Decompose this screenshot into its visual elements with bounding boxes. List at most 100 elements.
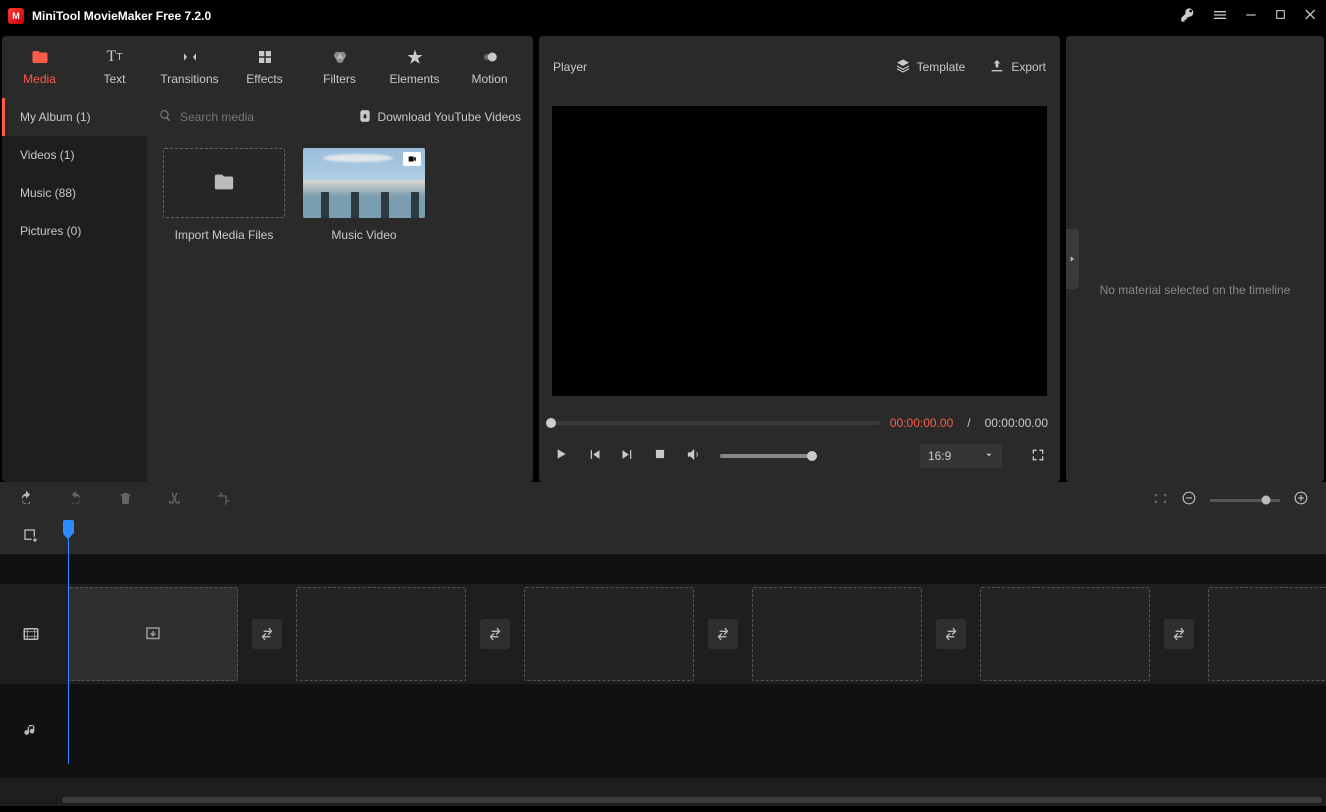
motion-icon [481, 48, 499, 66]
transition-slot-icon[interactable] [936, 619, 966, 649]
total-time: 00:00:00.00 [985, 416, 1048, 430]
tab-transitions[interactable]: Transitions [152, 36, 227, 98]
video-slot[interactable] [1208, 587, 1326, 681]
video-preview[interactable] [552, 106, 1047, 396]
app-title: MiniTool MovieMaker Free 7.2.0 [32, 9, 211, 23]
minimize-icon[interactable] [1244, 8, 1258, 25]
tab-motion-label: Motion [471, 72, 507, 86]
player-title: Player [553, 60, 587, 74]
tab-motion[interactable]: Motion [452, 36, 527, 98]
sidebar-item-label: My Album (1) [20, 110, 91, 124]
text-track[interactable] [62, 554, 1326, 584]
menu-icon[interactable] [1212, 7, 1228, 26]
tab-filters-label: Filters [323, 72, 356, 86]
download-youtube-link[interactable]: Download YouTube Videos [358, 109, 521, 126]
undo-icon[interactable] [18, 490, 34, 510]
tab-filters[interactable]: Filters [302, 36, 377, 98]
crop-icon[interactable] [216, 491, 231, 510]
video-slot[interactable] [980, 587, 1150, 681]
media-clip-thumbnail[interactable] [303, 148, 425, 218]
add-track-icon[interactable] [0, 518, 62, 554]
download-icon [358, 109, 372, 126]
aspect-ratio-value: 16:9 [928, 449, 951, 463]
download-youtube-label: Download YouTube Videos [378, 110, 521, 124]
volume-slider[interactable] [720, 454, 812, 458]
search-input[interactable] [180, 110, 335, 124]
zoom-out-icon[interactable] [1182, 491, 1196, 509]
tab-text[interactable]: TT Text [77, 36, 152, 98]
text-icon: TT [106, 48, 124, 66]
aspect-ratio-select[interactable]: 16:9 [920, 444, 1002, 468]
zoom-slider[interactable] [1210, 499, 1280, 502]
redo-icon[interactable] [68, 490, 84, 510]
cut-icon[interactable] [167, 491, 182, 510]
activate-key-icon[interactable] [1180, 7, 1196, 26]
video-track[interactable] [62, 584, 1326, 684]
timeline-toolbar [0, 482, 1326, 518]
video-badge-icon [403, 152, 421, 166]
title-bar: M MiniTool MovieMaker Free 7.2.0 [0, 0, 1326, 32]
properties-empty-message: No material selected on the timeline [1100, 283, 1291, 297]
folder-icon [213, 171, 235, 196]
close-icon[interactable] [1303, 7, 1318, 25]
tab-media-label: Media [23, 72, 56, 86]
media-sidebar: My Album (1) Videos (1) Music (88) Pictu… [2, 98, 147, 482]
export-label: Export [1011, 60, 1046, 74]
sidebar-item-label: Music (88) [20, 186, 76, 200]
tab-text-label: Text [103, 72, 125, 86]
audio-track-icon [0, 684, 62, 778]
transition-slot-icon[interactable] [708, 619, 738, 649]
tab-transitions-label: Transitions [160, 72, 218, 86]
seek-slider[interactable] [551, 421, 880, 425]
transition-slot-icon[interactable] [252, 619, 282, 649]
volume-icon[interactable] [685, 446, 702, 467]
properties-panel: No material selected on the timeline [1066, 36, 1324, 482]
import-media-button[interactable] [163, 148, 285, 218]
zoom-in-icon[interactable] [1294, 491, 1308, 509]
sidebar-item-pictures[interactable]: Pictures (0) [2, 212, 147, 250]
video-slot[interactable] [296, 587, 466, 681]
main-tabs: Media TT Text Transitions Effects Filter… [2, 36, 533, 98]
video-slot[interactable] [524, 587, 694, 681]
video-slot[interactable] [752, 587, 922, 681]
fit-timeline-icon[interactable] [1153, 491, 1168, 510]
player-panel: Player Template Export 00:00:00.00 / 00:… [539, 36, 1060, 482]
search-icon [159, 109, 172, 125]
tab-elements[interactable]: Elements [377, 36, 452, 98]
media-clip-label: Music Video [331, 228, 396, 242]
filters-icon [331, 48, 349, 66]
video-track-icon [0, 584, 62, 684]
tab-effects[interactable]: Effects [227, 36, 302, 98]
panel-collapse-toggle[interactable] [1066, 229, 1079, 289]
transitions-icon [181, 48, 199, 66]
template-label: Template [917, 60, 966, 74]
stop-icon[interactable] [653, 447, 667, 465]
delete-icon[interactable] [118, 491, 133, 510]
export-button[interactable]: Export [989, 58, 1046, 77]
effects-icon [256, 48, 274, 66]
sidebar-item-videos[interactable]: Videos (1) [2, 136, 147, 174]
next-frame-icon[interactable] [620, 447, 635, 466]
maximize-icon[interactable] [1274, 8, 1287, 24]
export-icon [989, 58, 1005, 77]
audio-track[interactable] [62, 684, 1326, 778]
template-icon [895, 58, 911, 77]
sidebar-item-music[interactable]: Music (88) [2, 174, 147, 212]
folder-icon [31, 48, 49, 66]
sidebar-item-label: Pictures (0) [20, 224, 81, 238]
video-slot[interactable] [68, 587, 238, 681]
prev-frame-icon[interactable] [587, 447, 602, 466]
tab-elements-label: Elements [389, 72, 439, 86]
timeline-scrollbar[interactable] [0, 794, 1326, 806]
sidebar-item-album[interactable]: My Album (1) [2, 98, 147, 136]
play-icon[interactable] [553, 446, 569, 466]
transition-slot-icon[interactable] [480, 619, 510, 649]
transition-slot-icon[interactable] [1164, 619, 1194, 649]
fullscreen-icon[interactable] [1030, 447, 1046, 466]
timeline-ruler[interactable] [62, 518, 1326, 554]
chevron-down-icon [984, 449, 994, 463]
app-logo-icon: M [8, 8, 24, 24]
tab-media[interactable]: Media [2, 36, 77, 98]
template-button[interactable]: Template [895, 58, 966, 77]
elements-icon [406, 48, 424, 66]
